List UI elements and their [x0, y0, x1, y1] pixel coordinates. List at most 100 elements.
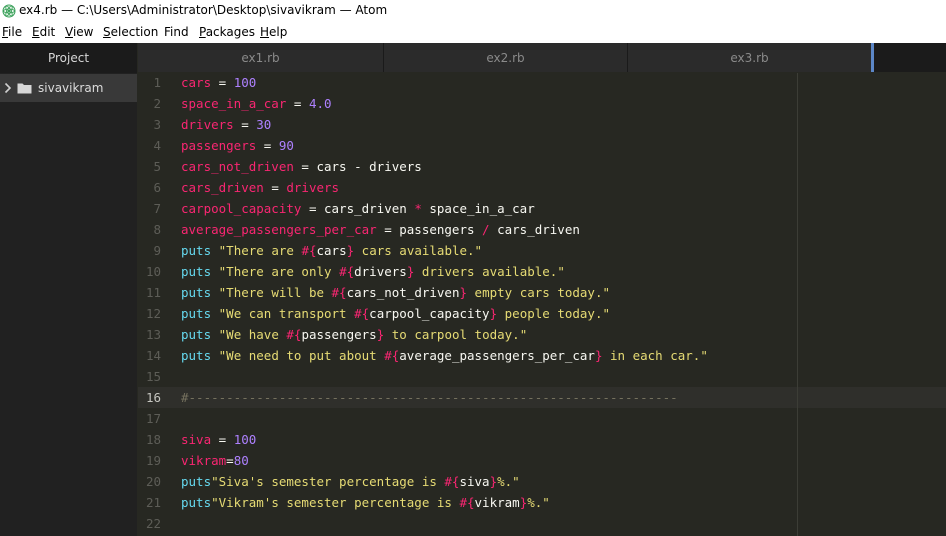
code-token: } [459, 285, 468, 300]
code-token: %." [497, 474, 520, 489]
tree-view: Project sivavikram [0, 43, 137, 536]
code-token: space_in_a_car [181, 96, 287, 111]
code-token: cars_driven [181, 180, 264, 195]
code-token: puts [181, 327, 219, 342]
code-line[interactable]: 17 [138, 409, 946, 430]
code-line[interactable]: 6 cars_driven = drivers [138, 178, 946, 199]
chevron-right-icon[interactable] [4, 82, 12, 94]
line-number: 3 [153, 117, 161, 132]
code-token: 4.0 [308, 96, 332, 111]
menu-selection[interactable]: Selection [103, 25, 158, 39]
line-number: 5 [153, 159, 161, 174]
code-token: "There will be [218, 285, 332, 300]
code-token: } [346, 243, 355, 258]
code-line[interactable]: 13 puts "We have #{passengers} to carpool… [138, 325, 946, 346]
code-token: drivers [354, 264, 407, 279]
code-text: puts "We have #{passengers} to carpool t… [181, 327, 527, 342]
menu-view[interactable]: View [65, 25, 93, 39]
code-line[interactable]: 8 average_passengers_per_car = passengers… [138, 220, 946, 241]
line-number: 18 [145, 432, 161, 447]
code-text: siva = 100 [181, 432, 256, 447]
menu-bar: File Edit View Selection Find Packages H… [0, 22, 946, 43]
code-token: 30 [256, 117, 272, 132]
code-token: siva [459, 474, 490, 489]
code-token: drivers available." [414, 264, 565, 279]
code-line[interactable]: 16 #-------------------------------------… [138, 388, 946, 409]
code-token: average_passengers_per_car [399, 348, 595, 363]
tree-item-root-folder[interactable]: sivavikram [0, 74, 137, 102]
code-line[interactable]: 20 puts"Siva's semester percentage is #{s… [138, 472, 946, 493]
folder-icon [17, 83, 32, 94]
code-token: #{ [384, 348, 400, 363]
tree-header[interactable]: Project [0, 43, 137, 73]
code-line[interactable]: 15 [138, 367, 946, 388]
code-line[interactable]: 14 puts "We need to put about #{average_p… [138, 346, 946, 367]
code-token: cars_not_driven [346, 285, 460, 300]
menu-edit[interactable]: Edit [32, 25, 55, 39]
code-token: = [293, 159, 317, 174]
tab-ex3[interactable]: ex3.rb [628, 43, 872, 72]
code-token: puts [181, 285, 219, 300]
code-token: "We can transport [218, 306, 355, 321]
code-text: cars_not_driven = cars - drivers [181, 159, 422, 174]
code-line[interactable]: 5 cars_not_driven = cars - drivers [138, 157, 946, 178]
code-token: } [489, 306, 498, 321]
code-token: vikram [181, 453, 227, 468]
tree-header-label: Project [47, 51, 90, 65]
code-line[interactable]: 1 cars = 100 [138, 73, 946, 94]
code-token: = [256, 138, 279, 153]
code-line[interactable]: 12 puts "We can transport #{carpool_capac… [138, 304, 946, 325]
code-line[interactable]: 22 [138, 514, 946, 535]
code-line[interactable]: 9 puts "There are #{cars} cars available.… [138, 241, 946, 262]
code-token: puts [181, 348, 219, 363]
code-text: drivers = 30 [181, 117, 271, 132]
code-token: "We need to put about [218, 348, 385, 363]
code-text: carpool_capacity = cars_driven * space_i… [181, 201, 535, 216]
menu-file[interactable]: File [2, 25, 22, 39]
atom-icon [2, 4, 16, 18]
code-token: } [489, 474, 498, 489]
code-token: passengers [399, 222, 475, 237]
code-line[interactable]: 11 puts "There will be #{cars_not_driven}… [138, 283, 946, 304]
code-text: cars_driven = drivers [181, 180, 339, 195]
code-token: #{ [339, 264, 355, 279]
code-line[interactable]: 18 siva = 100 [138, 430, 946, 451]
code-line[interactable]: 4 passengers = 90 [138, 136, 946, 157]
code-text: cars = 100 [181, 75, 256, 90]
code-line[interactable]: 2 space_in_a_car = 4.0 [138, 94, 946, 115]
code-token: cars available." [354, 243, 483, 258]
code-token: "We have [218, 327, 287, 342]
line-number: 20 [145, 474, 161, 489]
active-tab-indicator [871, 43, 874, 72]
code-token: cars [316, 159, 347, 174]
text-editor[interactable]: 1 cars = 100 2 space_in_a_car = 4.0 3 drivers… [138, 73, 946, 536]
code-token: siva [181, 432, 212, 447]
code-token: carpool_capacity [369, 306, 490, 321]
code-token: puts [181, 495, 212, 510]
code-line[interactable]: 21 puts"Vikram's semester percentage is #… [138, 493, 946, 514]
code-line[interactable]: 19 vikram=80 [138, 451, 946, 472]
code-token: 100 [233, 432, 257, 447]
code-token: - [346, 159, 370, 174]
tab-label: ex2.rb [486, 51, 525, 65]
code-token: cars_driven [497, 222, 580, 237]
code-token: = [211, 432, 234, 447]
code-token: cars_driven [324, 201, 407, 216]
code-token: puts [181, 264, 219, 279]
code-text: puts"Vikram's semester percentage is #{v… [181, 495, 550, 510]
tab-ex1[interactable]: ex1.rb [138, 43, 384, 72]
menu-packages[interactable]: Packages [199, 25, 255, 39]
code-token: people today." [497, 306, 611, 321]
code-token: to carpool today." [384, 327, 528, 342]
tab-ex2[interactable]: ex2.rb [384, 43, 628, 72]
code-line[interactable]: 3 drivers = 30 [138, 115, 946, 136]
code-text: puts "There are only #{drivers} drivers … [181, 264, 565, 279]
code-line[interactable]: 7 carpool_capacity = cars_driven * space_… [138, 199, 946, 220]
line-number: 14 [145, 348, 161, 363]
code-token: = [376, 222, 400, 237]
line-number: 16 [145, 390, 161, 405]
menu-help[interactable]: Help [260, 25, 287, 39]
menu-find[interactable]: Find [164, 25, 189, 39]
code-line[interactable]: 10 puts "There are only #{drivers} driver… [138, 262, 946, 283]
tab-bar: ex1.rb ex2.rb ex3.rb [138, 43, 946, 72]
